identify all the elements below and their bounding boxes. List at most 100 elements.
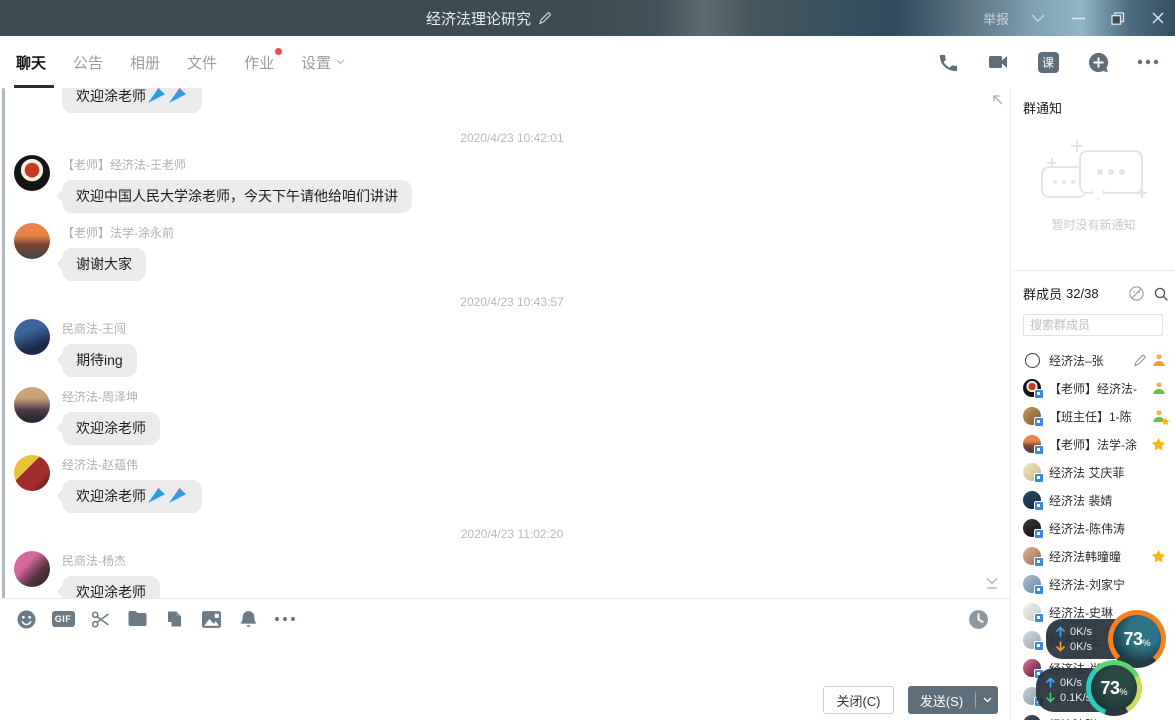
video-call-icon[interactable] [985, 49, 1011, 75]
upload-arrow-icon [1046, 677, 1055, 688]
restore-window-button[interactable] [1107, 7, 1129, 29]
screenshot-icon[interactable] [88, 607, 112, 631]
tab-label: 公告 [73, 52, 103, 73]
timestamp: 2020/4/23 10:42:01 [14, 131, 1010, 145]
group-notice-title: 群通知 [1023, 98, 1175, 117]
group-title-wrap: 经济法理论研究 [426, 0, 552, 36]
member-avatar[interactable] [1023, 519, 1041, 537]
message-bubble[interactable]: 谢谢大家 [62, 248, 146, 281]
sender-name[interactable]: 【老师】经济法-王老师 [62, 156, 412, 173]
online-device-badge [1034, 585, 1044, 595]
member-row[interactable]: 经济法-陈伟涛 [1011, 514, 1175, 542]
tab-聊天[interactable]: 聊天 [16, 52, 46, 73]
member-row[interactable]: 【班主任】1-陈 [1011, 402, 1175, 430]
close-chat-button[interactable]: 关闭(C) [823, 686, 894, 714]
member-row[interactable]: 经济法 裴婧 [1011, 486, 1175, 514]
member-row[interactable]: 经济法韩曈曈 [1011, 542, 1175, 570]
send-options-chevron-icon[interactable] [976, 697, 998, 703]
online-device-badge [1034, 557, 1044, 567]
avatar[interactable] [14, 551, 50, 587]
send-button[interactable]: 发送(S) [908, 686, 998, 714]
notification-bell-icon[interactable] [236, 607, 260, 631]
tab-作业[interactable]: 作业 [244, 52, 274, 73]
gif-icon-label: GIF [52, 611, 75, 627]
more-actions-icon[interactable] [1135, 49, 1161, 75]
member-row[interactable]: 经济法-刘家宁 [1011, 570, 1175, 598]
avatar[interactable] [14, 223, 50, 259]
tab-设置[interactable]: 设置 [301, 52, 345, 73]
emoji-icon[interactable] [14, 607, 38, 631]
sender-name[interactable]: 民商法-杨杰 [62, 552, 160, 569]
avatar[interactable] [14, 319, 50, 355]
tab-label: 文件 [187, 52, 217, 73]
close-button[interactable] [1147, 7, 1169, 29]
message-bubble[interactable]: 欢迎涂老师 [62, 480, 202, 513]
online-device-badge [1034, 501, 1044, 511]
course-icon[interactable]: 课 [1035, 49, 1061, 75]
tab-相册[interactable]: 相册 [130, 52, 160, 73]
voice-call-icon[interactable] [935, 49, 961, 75]
member-avatar[interactable] [1025, 353, 1040, 368]
member-avatar[interactable] [1023, 407, 1041, 425]
member-avatar[interactable] [1023, 575, 1041, 593]
send-button-label: 发送(S) [908, 691, 975, 710]
online-device-badge [1034, 389, 1044, 399]
send-file-icon[interactable] [125, 607, 149, 631]
download-arrow-icon [1056, 641, 1065, 652]
chevron-down-icon[interactable] [1027, 7, 1049, 29]
collapse-panel-icon[interactable] [990, 92, 1004, 106]
avatar[interactable] [14, 155, 50, 191]
member-avatar[interactable] [1023, 547, 1041, 565]
sender-name[interactable]: 经济法-周泽坤 [62, 388, 160, 405]
minimize-button[interactable] [1067, 7, 1089, 29]
sender-name[interactable]: 民商法-王闯 [62, 320, 137, 337]
member-avatar[interactable] [1023, 603, 1041, 621]
window-titlebar[interactable]: 经济法理论研究 举报 [0, 0, 1175, 36]
avatar[interactable] [14, 455, 50, 491]
avatar[interactable] [14, 387, 50, 423]
member-row[interactable]: 【老师】经济法- [1011, 374, 1175, 402]
chat-message: 经济法-周泽坤欢迎涂老师 [14, 387, 1010, 445]
edit-group-name-icon[interactable] [538, 11, 552, 25]
message-bubble[interactable]: 欢迎涂老师 [62, 576, 160, 598]
message-bubble[interactable]: 欢迎涂老师 [62, 412, 160, 445]
search-members-icon[interactable] [1153, 286, 1169, 302]
member-row[interactable]: 【老师】法学-涂 [1011, 430, 1175, 458]
member-avatar[interactable] [1023, 435, 1041, 453]
member-avatar[interactable] [1023, 631, 1041, 649]
member-name: 经济法 裴婧 [1049, 492, 1175, 509]
sender-name[interactable]: 经济法-赵蕴伟 [62, 456, 202, 473]
message-bubble[interactable]: 欢迎涂老师 [62, 88, 202, 113]
member-avatar[interactable] [1023, 491, 1041, 509]
message-bubble[interactable]: 欢迎中国人民大学涂老师，今天下午请他给咱们讲讲 [62, 180, 412, 213]
scroll-to-bottom-icon[interactable] [984, 576, 1000, 591]
anonymous-icon[interactable] [1128, 285, 1145, 302]
message-history-icon[interactable] [966, 607, 990, 631]
shake-window-icon[interactable] [162, 607, 186, 631]
search-members-input[interactable] [1023, 314, 1163, 336]
send-picture-icon[interactable] [199, 607, 223, 631]
net-speed-overlay-2[interactable]: 0K/s 0.1K/s 73 % [1036, 658, 1166, 720]
member-row[interactable]: 经济法–张 [1011, 346, 1175, 374]
no-notifications-text: 暂时没有新通知 [1011, 216, 1175, 233]
chat-message-list[interactable]: 欢迎涂老师 2020/4/23 10:42:01 【老师】经济法-王老师欢迎中国人民… [0, 88, 1010, 598]
boost-ring[interactable]: 73 % [1086, 660, 1142, 716]
report-button[interactable]: 举报 [983, 9, 1009, 28]
tab-label: 聊天 [16, 52, 46, 73]
member-avatar[interactable] [1023, 379, 1041, 397]
upload-speed: 0K/s [1060, 677, 1082, 689]
add-bubble-icon[interactable] [1085, 49, 1111, 75]
member-avatar[interactable] [1023, 463, 1041, 481]
toolbar-more-icon[interactable] [273, 607, 297, 631]
member-row[interactable]: 经济法 艾庆菲 [1011, 458, 1175, 486]
gif-icon[interactable]: GIF [51, 607, 75, 631]
member-name: 经济法-刘家宁 [1049, 576, 1175, 593]
sender-name[interactable]: 【老师】法学-涂永前 [62, 224, 174, 241]
edit-nickname-icon[interactable] [1133, 354, 1146, 367]
online-device-badge [1034, 641, 1044, 651]
chat-message-continuation: 欢迎涂老师 [14, 88, 1010, 117]
tab-文件[interactable]: 文件 [187, 52, 217, 73]
message-bubble[interactable]: 期待ing [62, 344, 137, 377]
tab-公告[interactable]: 公告 [73, 52, 103, 73]
tab-label: 作业 [244, 52, 274, 73]
